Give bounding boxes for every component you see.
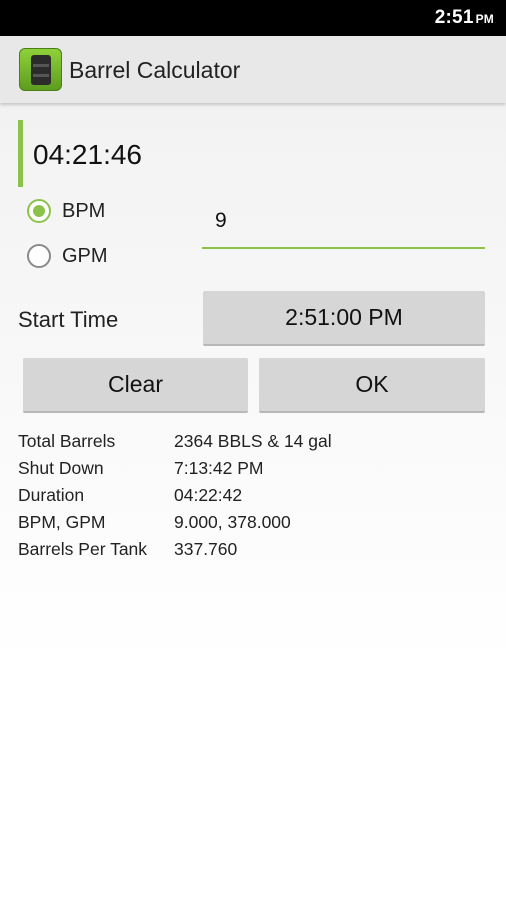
result-label: Shut Down — [18, 458, 104, 478]
status-time-value: 2:51 — [434, 7, 474, 28]
result-value: 04:22:42 — [174, 485, 243, 505]
clear-button[interactable]: Clear — [23, 358, 248, 413]
result-value: 337.760 — [174, 539, 238, 559]
status-clock: 2:51 PM — [435, 7, 494, 29]
elapsed-timer: 04:21:46 — [18, 120, 142, 187]
result-label: Total Barrels — [18, 431, 116, 451]
result-row: BPM, GPM 9.000, 378.000 — [18, 509, 488, 536]
rate-input[interactable]: 9 — [202, 199, 485, 249]
result-label: Barrels Per Tank — [18, 539, 148, 559]
status-time-ampm: PM — [475, 12, 494, 26]
result-row: Total Barrels 2364 BBLS & 14 gal — [18, 428, 488, 455]
action-bar: Barrel Calculator — [0, 36, 506, 103]
result-label: Duration — [18, 485, 85, 505]
result-value: 7:13:42 PM — [174, 458, 264, 478]
barrel-shape — [31, 55, 51, 85]
app-title: Barrel Calculator — [69, 57, 241, 83]
barrel-icon — [19, 48, 62, 91]
result-row: Shut Down 7:13:42 PM — [18, 455, 488, 482]
radio-gpm-label[interactable]: GPM — [62, 245, 108, 268]
radio-gpm[interactable]: GPM — [27, 241, 108, 271]
radio-gpm-button[interactable] — [27, 244, 51, 268]
radio-bpm-button[interactable] — [27, 199, 51, 223]
result-value: 2364 BBLS & 14 gal — [174, 431, 332, 451]
result-row: Duration 04:22:42 — [18, 482, 488, 509]
start-time-button[interactable]: 2:51:00 PM — [203, 291, 485, 346]
result-value: 9.000, 378.000 — [174, 512, 291, 532]
ok-button[interactable]: OK — [259, 358, 485, 413]
start-time-label: Start Time — [18, 307, 119, 332]
result-row: Barrels Per Tank 337.760 — [18, 536, 488, 563]
main-content: 04:21:46 BPM GPM 9 Start Time 2:51:00 PM… — [0, 103, 506, 900]
results-list: Total Barrels 2364 BBLS & 14 gal Shut Do… — [18, 428, 488, 563]
radio-bpm-label[interactable]: BPM — [62, 200, 105, 223]
radio-bpm[interactable]: BPM — [27, 196, 105, 226]
result-label: BPM, GPM — [18, 512, 106, 532]
status-bar: 2:51 PM — [0, 0, 506, 36]
